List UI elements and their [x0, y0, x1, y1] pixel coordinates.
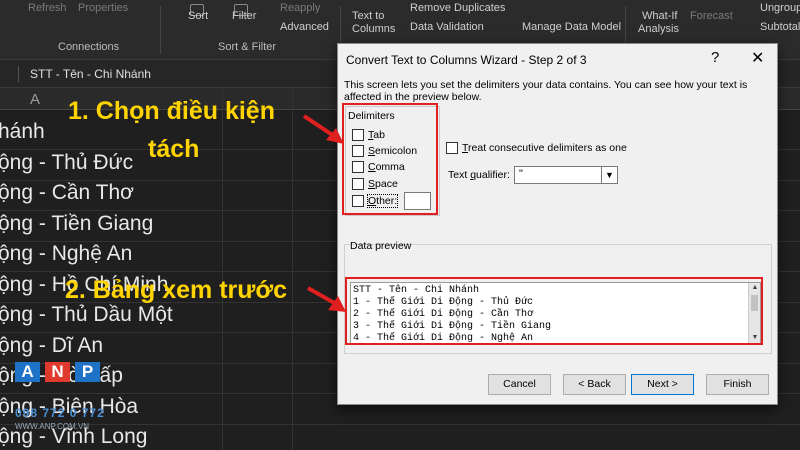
- next-button[interactable]: Next >: [631, 374, 694, 395]
- cell-a[interactable]: ộng - Tiền Giang: [0, 212, 153, 236]
- grid-line: [292, 88, 293, 450]
- chevron-down-icon[interactable]: ▼: [601, 167, 617, 183]
- arrow-icon: [307, 286, 346, 312]
- ribbon-separator: [160, 6, 161, 54]
- group-sort-filter: Sort & Filter: [218, 41, 277, 53]
- text-qualifier-value: ": [519, 168, 523, 180]
- arrow-icon: [302, 114, 344, 144]
- annotation-step2: 2. Bảng xem trước: [65, 276, 288, 304]
- delimiters-highlight: [342, 103, 438, 215]
- ribbon-data-validation[interactable]: Data Validation: [410, 21, 484, 33]
- ribbon-refresh-all[interactable]: Refresh: [28, 2, 67, 14]
- ribbon-filter[interactable]: Filter: [232, 10, 256, 22]
- cell-a[interactable]: hánh: [0, 120, 45, 144]
- logo-phone: 098 772 0 772: [15, 406, 105, 420]
- checkbox-box[interactable]: [446, 142, 458, 154]
- column-header-a[interactable]: A: [30, 91, 40, 108]
- cancel-button[interactable]: Cancel: [488, 374, 551, 395]
- cell-a[interactable]: ộng - Dĩ An: [0, 334, 103, 358]
- checkbox-label: Treat consecutive delimiters as one: [462, 142, 627, 154]
- annotation-step1-line1: 1. Chọn điều kiện: [68, 97, 275, 125]
- ribbon-subtotal[interactable]: Subtotal: [760, 21, 800, 33]
- anp-logo: A N P 098 772 0 772 WWW.ANP.COM.VN: [15, 362, 111, 440]
- ribbon-analysis[interactable]: Analysis: [638, 23, 679, 35]
- ribbon-what-if[interactable]: What-If: [642, 10, 677, 22]
- cell-a[interactable]: ộng - Nghệ An: [0, 242, 132, 266]
- finish-button[interactable]: Finish: [706, 374, 769, 395]
- ribbon-sort[interactable]: Sort: [188, 10, 208, 22]
- ribbon-properties[interactable]: Properties: [78, 2, 128, 14]
- treat-consecutive-checkbox[interactable]: Treat consecutive delimiters as one: [446, 142, 627, 154]
- cell-a[interactable]: ộng - Thủ Dầu Một: [0, 303, 173, 327]
- ribbon-remove-duplicates[interactable]: Remove Duplicates: [410, 2, 505, 14]
- ribbon-ungroup[interactable]: Ungroup: [760, 2, 800, 14]
- ribbon-advanced[interactable]: Advanced: [280, 21, 329, 33]
- ribbon-reapply[interactable]: Reapply: [280, 2, 320, 14]
- back-button[interactable]: < Back: [563, 374, 626, 395]
- formula-text[interactable]: STT - Tên - Chi Nhánh: [30, 67, 151, 81]
- convert-text-wizard-dialog: Convert Text to Columns Wizard - Step 2 …: [337, 43, 778, 405]
- dialog-description: This screen lets you set the delimiters …: [344, 79, 748, 103]
- preview-highlight: [345, 277, 763, 345]
- dialog-title: Convert Text to Columns Wizard - Step 2 …: [346, 53, 587, 67]
- text-qualifier-label: Text qualifier:: [448, 169, 510, 181]
- annotation-step1-line2: tách: [148, 135, 200, 163]
- logo-letter-n: N: [45, 362, 70, 382]
- logo-website: WWW.ANP.COM.VN: [15, 422, 90, 431]
- help-button[interactable]: ?: [711, 49, 719, 66]
- formula-separator: [18, 66, 19, 82]
- ribbon-text-to[interactable]: Text to: [352, 10, 384, 22]
- cell-a[interactable]: ộng - Cần Thơ: [0, 181, 134, 205]
- grid-line: [222, 88, 223, 450]
- close-icon[interactable]: ✕: [751, 48, 764, 68]
- group-connections: Connections: [58, 41, 120, 53]
- ribbon-manage-data-model[interactable]: Manage Data Model: [522, 21, 621, 33]
- logo-letter-p: P: [75, 362, 100, 382]
- ribbon-forecast[interactable]: Forecast: [690, 10, 733, 22]
- text-qualifier-select[interactable]: " ▼: [514, 166, 618, 184]
- logo-letter-a: A: [15, 362, 40, 382]
- ribbon-columns[interactable]: Columns: [352, 23, 395, 35]
- data-preview-label: Data preview: [350, 240, 412, 252]
- cell-a[interactable]: ộng - Thủ Đức: [0, 151, 133, 175]
